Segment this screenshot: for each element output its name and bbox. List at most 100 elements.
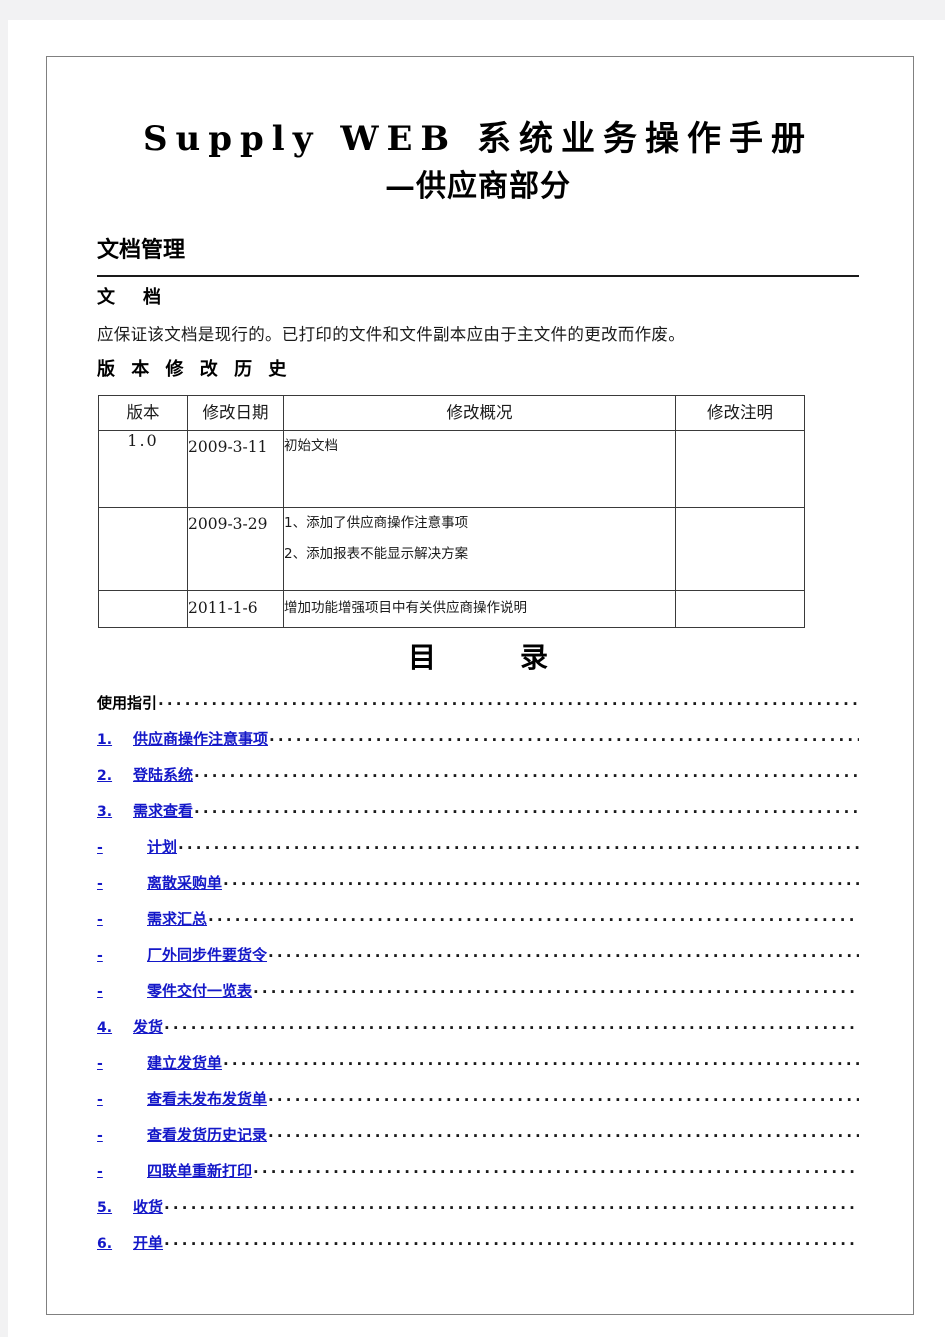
cell-note <box>675 430 805 508</box>
section-heading-document-management: 文档管理 <box>97 237 186 263</box>
sub-heading-revision-history: 版 本 修 改 历 史 <box>97 359 292 380</box>
toc-entry[interactable]: 5. 收货....................................… <box>97 1196 859 1232</box>
toc-entry-label[interactable]: 离散采购单 <box>147 872 222 893</box>
sub-heading-document: 文 档 <box>97 287 166 308</box>
column-header-note: 修改注明 <box>675 395 805 431</box>
toc-entry-label[interactable]: 计划 <box>147 836 177 857</box>
column-header-description: 修改概况 <box>283 395 676 431</box>
cell-description: 增加功能增强项目中有关供应商操作说明 <box>283 590 676 628</box>
document-content: Supply WEB 系统业务操作手册 —供应商部分 文档管理 文 档 应保证该… <box>97 77 859 1268</box>
cell-description: 初始文档 <box>283 430 676 508</box>
toc-entry[interactable]: - 计划.....................................… <box>97 836 859 872</box>
toc-entry[interactable]: - 需求汇总...................................… <box>97 908 859 944</box>
toc-dot-leader: ........................................… <box>223 872 859 889</box>
toc-entry[interactable]: 3. 需求查看..................................… <box>97 800 859 836</box>
cell-description: 1、添加了供应商操作注意事项 2、添加报表不能显示解决方案 <box>283 507 676 591</box>
toc-entry-number: - <box>97 984 103 1000</box>
toc-dot-leader: ........................................… <box>164 1196 859 1213</box>
toc-dot-leader: ........................................… <box>253 1160 859 1177</box>
toc-dot-leader: ........................................… <box>164 1016 859 1033</box>
toc-entry-label[interactable]: 供应商操作注意事项 <box>133 728 268 749</box>
toc-entry-number: - <box>97 876 103 892</box>
section-divider <box>97 275 859 277</box>
cell-description-line: 1、添加了供应商操作注意事项 <box>284 515 469 531</box>
cell-description-line: 初始文档 <box>284 438 338 454</box>
table-row: 2011-1-6 增加功能增强项目中有关供应商操作说明 <box>98 590 805 628</box>
toc-dot-leader: ........................................… <box>269 728 859 745</box>
toc-entry[interactable]: - 离散采购单..................................… <box>97 872 859 908</box>
toc-entry[interactable]: 1. 供应商操作注意事项.............................… <box>97 728 859 764</box>
toc-entry[interactable]: - 四联单重新打印................................… <box>97 1160 859 1196</box>
page-sheet: Supply WEB 系统业务操作手册 —供应商部分 文档管理 文 档 应保证该… <box>8 20 945 1337</box>
toc-entry-number: 3. <box>97 804 113 820</box>
table-row: 1.0 2009-3-11 初始文档 <box>98 430 805 508</box>
toc-entry-number: - <box>97 1056 103 1072</box>
toc-entry[interactable]: - 查看发货历史记录...............................… <box>97 1124 859 1160</box>
toc-entry-number: - <box>97 1092 103 1108</box>
toc-entry-label[interactable]: 需求查看 <box>133 800 193 821</box>
revision-history-table: 版本 修改日期 修改概况 修改注明 1.0 2009-3-11 初始文档 200… <box>98 395 805 628</box>
toc-entry-label[interactable]: 零件交付一览表 <box>147 980 252 1001</box>
toc-entry[interactable]: - 查看未发布发货单...............................… <box>97 1088 859 1124</box>
toc-entry-label[interactable]: 建立发货单 <box>147 1052 222 1073</box>
toc-entry[interactable]: 6. 开单....................................… <box>97 1232 859 1268</box>
toc-entry-label[interactable]: 收货 <box>133 1196 163 1217</box>
table-header-row: 版本 修改日期 修改概况 修改注明 <box>98 395 805 431</box>
toc-entry[interactable]: 2. 登陆系统..................................… <box>97 764 859 800</box>
toc-entry-number: - <box>97 1128 103 1144</box>
toc-entry-number: 4. <box>97 1020 113 1036</box>
toc-dot-leader: ........................................… <box>208 908 859 925</box>
toc-entry-number: - <box>97 948 103 964</box>
toc-dot-leader: ........................................… <box>268 1088 859 1105</box>
toc-entry[interactable]: - 厂外同步件要货令...............................… <box>97 944 859 980</box>
toc-entry-label[interactable]: 查看发货历史记录 <box>147 1124 267 1145</box>
toc-entry-label[interactable]: 四联单重新打印 <box>147 1160 252 1181</box>
toc-dot-leader: ........................................… <box>194 764 859 781</box>
table-of-contents-list: 使用指引....................................… <box>97 692 859 1268</box>
document-notice-text: 应保证该文档是现行的。已打印的文件和文件副本应由于主文件的更改而作废。 <box>97 325 685 344</box>
toc-entry-label[interactable]: 开单 <box>133 1232 163 1253</box>
toc-entry-number: - <box>97 1164 103 1180</box>
document-subtitle: —供应商部分 <box>385 169 571 204</box>
toc-dot-leader: ........................................… <box>268 1124 859 1141</box>
toc-entry-number: - <box>97 840 103 856</box>
toc-entry-number: - <box>97 912 103 928</box>
toc-entry-label: 使用指引 <box>97 694 158 712</box>
toc-dot-leader: ........................................… <box>253 980 859 997</box>
document-title: Supply WEB 系统业务操作手册 <box>142 119 813 159</box>
toc-entry-number: 6. <box>97 1236 113 1252</box>
toc-entry[interactable]: - 建立发货单..................................… <box>97 1052 859 1088</box>
toc-entry-label[interactable]: 发货 <box>133 1016 163 1037</box>
cell-note <box>675 507 805 591</box>
cell-description-line: 增加功能增强项目中有关供应商操作说明 <box>284 600 527 616</box>
toc-entry-number: 5. <box>97 1200 113 1216</box>
toc-entry-label[interactable]: 查看未发布发货单 <box>147 1088 267 1109</box>
toc-entry-number: 1. <box>97 732 113 748</box>
toc-dot-leader: ........................................… <box>158 692 859 709</box>
column-header-date: 修改日期 <box>187 395 284 431</box>
cell-note <box>675 590 805 628</box>
toc-dot-leader: ........................................… <box>223 1052 859 1069</box>
page-border-frame: Supply WEB 系统业务操作手册 —供应商部分 文档管理 文 档 应保证该… <box>46 56 914 1315</box>
toc-entry-number: 2. <box>97 768 113 784</box>
cell-description-line: 2、添加报表不能显示解决方案 <box>284 546 469 562</box>
cell-date: 2009-3-11 <box>187 430 284 508</box>
toc-entry: 使用指引....................................… <box>97 692 859 728</box>
column-header-version: 版本 <box>98 395 188 431</box>
toc-entry-label[interactable]: 需求汇总 <box>147 908 207 929</box>
cell-version: 1.0 <box>98 430 188 508</box>
table-of-contents-title: 目 录 <box>407 641 576 674</box>
toc-entry[interactable]: 4. 发货....................................… <box>97 1016 859 1052</box>
table-row: 2009-3-29 1、添加了供应商操作注意事项 2、添加报表不能显示解决方案 <box>98 507 805 591</box>
cell-date: 2009-3-29 <box>187 507 284 591</box>
toc-entry-label[interactable]: 登陆系统 <box>133 764 193 785</box>
toc-dot-leader: ........................................… <box>164 1232 859 1249</box>
toc-entry[interactable]: - 零件交付一览表................................… <box>97 980 859 1016</box>
toc-entry-label[interactable]: 厂外同步件要货令 <box>147 944 267 965</box>
toc-dot-leader: ........................................… <box>194 800 859 817</box>
cell-version <box>98 507 188 591</box>
toc-dot-leader: ........................................… <box>268 944 859 961</box>
cell-version <box>98 590 188 628</box>
cell-date: 2011-1-6 <box>187 590 284 628</box>
toc-dot-leader: ........................................… <box>178 836 859 853</box>
